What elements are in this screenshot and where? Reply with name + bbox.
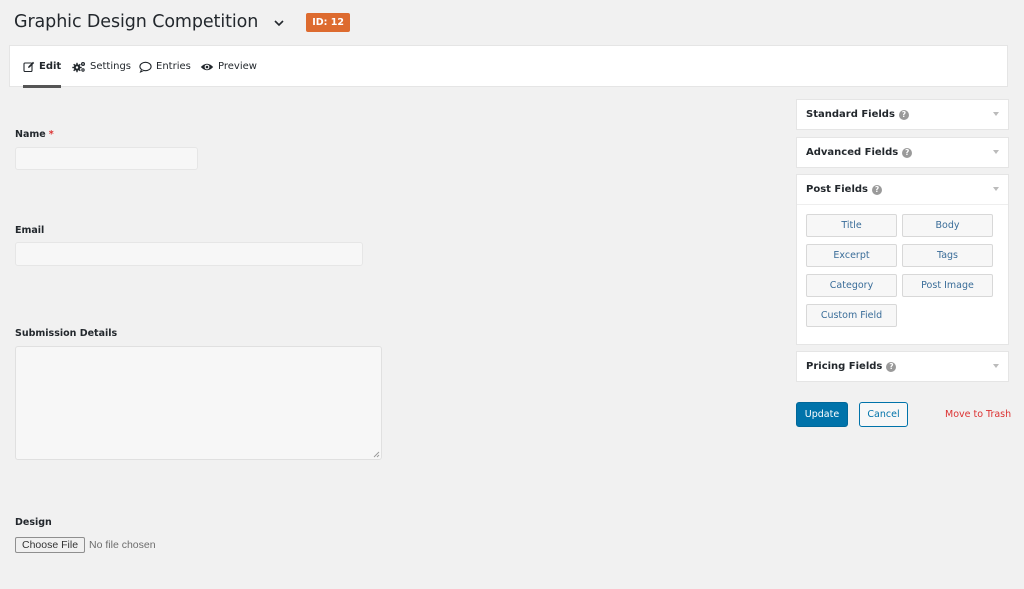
name-field-label: Name * [15,129,54,140]
add-custom-field-button[interactable]: Custom Field [806,304,897,327]
standard-fields-panel: Standard Fields ? [796,99,1009,130]
add-tags-field-button[interactable]: Tags [902,244,993,267]
design-file-input: Choose File No file chosen [15,537,156,553]
tab-settings[interactable]: Settings [72,46,131,87]
caret-down-icon [993,112,999,116]
add-category-field-button[interactable]: Category [806,274,897,297]
chevron-down-icon[interactable] [272,15,286,29]
post-fields-panel: Post Fields ? Title Body Excerpt Tags Ca… [796,174,1009,345]
email-field-label: Email [15,225,45,236]
help-icon[interactable]: ? [902,147,913,158]
advanced-fields-header[interactable]: Advanced Fields ? [797,138,1008,167]
tab-entries-label: Entries [156,61,191,72]
submission-details-label: Submission Details [15,328,118,339]
advanced-fields-title: Advanced Fields [806,147,899,158]
email-input[interactable] [15,242,363,266]
help-icon[interactable]: ? [898,109,909,120]
name-input[interactable] [15,147,198,170]
help-icon[interactable]: ? [872,184,882,195]
add-body-field-button[interactable]: Body [902,214,993,237]
required-asterisk: * [48,129,54,140]
caret-down-icon [993,150,999,154]
design-field-label: Design [15,517,52,528]
name-label-text: Name [15,129,46,140]
add-post-image-field-button[interactable]: Post Image [902,274,993,297]
help-icon[interactable]: ? [886,361,897,372]
no-file-chosen-text: No file chosen [89,539,156,551]
tab-settings-label: Settings [90,61,132,72]
submission-details-textarea[interactable] [15,346,382,460]
cancel-button[interactable]: Cancel [859,402,908,427]
speech-bubble-icon [139,61,152,73]
move-to-trash-link[interactable]: Move to Trash [945,409,1011,420]
pencil-edit-icon [23,61,35,72]
eye-icon [200,63,214,70]
caret-down-icon [993,364,999,368]
pricing-fields-header[interactable]: Pricing Fields ? [797,352,1008,381]
standard-fields-header[interactable]: Standard Fields ? [797,100,1008,129]
standard-fields-title: Standard Fields [806,109,895,120]
tab-edit-label: Edit [39,61,62,72]
form-title: Graphic Design Competition [14,12,259,32]
editor-tab-bar: Edit Settings Entries Preview [9,45,1008,88]
tab-entries[interactable]: Entries [139,46,191,87]
pricing-fields-panel: Pricing Fields ? [796,351,1009,382]
gears-icon [72,61,85,72]
form-title-bar: Graphic Design Competition ID: 12 [14,9,350,35]
tab-preview[interactable]: Preview [200,46,257,87]
resize-grip-icon[interactable] [373,451,380,458]
add-excerpt-field-button[interactable]: Excerpt [806,244,897,267]
add-title-field-button[interactable]: Title [806,214,897,237]
tab-edit[interactable]: Edit [23,46,62,88]
advanced-fields-panel: Advanced Fields ? [796,137,1009,168]
post-fields-button-grid: Title Body Excerpt Tags Category Post Im… [797,204,1008,344]
pricing-fields-title: Pricing Fields [806,361,883,372]
form-id-badge: ID: 12 [306,12,350,32]
choose-file-button[interactable]: Choose File [15,537,86,553]
post-fields-header[interactable]: Post Fields ? [797,175,1008,204]
caret-down-icon [993,187,999,191]
update-button[interactable]: Update [796,402,848,427]
post-fields-title: Post Fields [806,184,868,195]
tab-preview-label: Preview [218,61,257,72]
